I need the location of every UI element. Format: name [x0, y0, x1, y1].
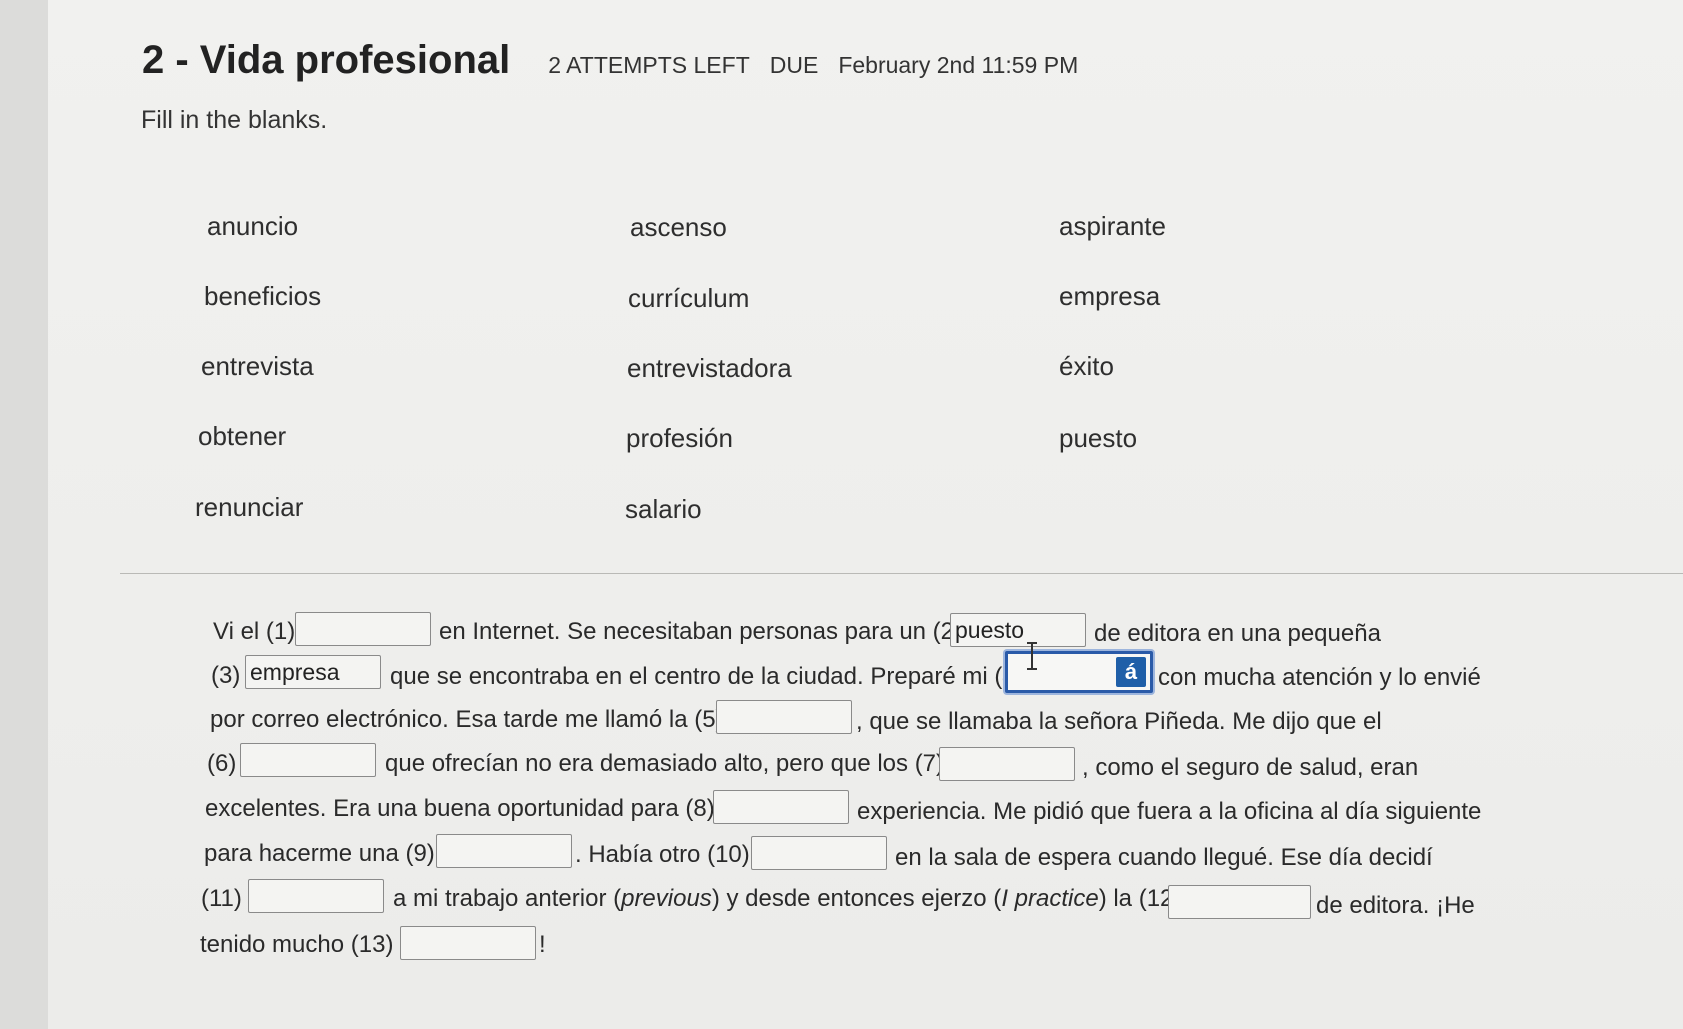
word-bank-item: obtener: [198, 421, 287, 451]
instructions: Fill in the blanks.: [141, 106, 328, 134]
word-bank-item: anuncio: [207, 211, 299, 241]
passage-text-italic: previous: [621, 885, 712, 912]
passage-text: !: [539, 931, 546, 958]
word-bank-item: aspirante: [1059, 211, 1166, 241]
accent-a-button[interactable]: á: [1116, 657, 1146, 687]
word-bank-item: éxito: [1059, 351, 1114, 381]
passage-text: por correo electrónico. Esa tarde me lla…: [210, 706, 724, 733]
passage-text: que se encontraba en el centro de la ciu…: [390, 663, 1024, 690]
passage-text: a mi trabajo anterior (: [393, 885, 622, 912]
passage-text: para hacerme una (9): [204, 840, 435, 867]
word-bank-item: renunciar: [195, 492, 304, 522]
blank-12-input[interactable]: [1168, 885, 1311, 919]
blank-13-input[interactable]: [400, 926, 536, 960]
passage-text: , como el seguro de salud, eran: [1082, 754, 1419, 781]
passage-text-italic-line: a mi trabajo anterior (previous) y desde…: [393, 885, 1181, 913]
blank-9-input[interactable]: [436, 834, 572, 868]
assignment-header: 2 - Vida profesional 2 ATTEMPTS LEFT DUE…: [142, 38, 1098, 83]
blank-8-input[interactable]: [713, 790, 849, 824]
word-bank-item: currículum: [628, 283, 750, 313]
passage-text: en la sala de espera cuando llegué. Ese …: [895, 844, 1433, 871]
passage-text: (3): [211, 662, 241, 689]
passage-text: de editora en una pequeña: [1094, 620, 1381, 647]
word-bank-item: entrevistadora: [627, 353, 792, 383]
blank-10-input[interactable]: [751, 836, 887, 870]
attempts-left: 2 ATTEMPTS LEFT: [548, 52, 750, 78]
word-bank-item: salario: [625, 494, 702, 524]
word-bank-item: ascenso: [630, 212, 727, 242]
passage-text: excelentes. Era una buena oportunidad pa…: [205, 795, 715, 822]
passage-text: (11): [201, 885, 242, 912]
due-date: February 2nd 11:59 PM: [838, 52, 1079, 78]
blank-1-input[interactable]: [295, 612, 431, 646]
passage-text: con mucha atención y lo envié: [1158, 664, 1481, 691]
passage-text: en Internet. Se necesitaban personas par…: [439, 618, 963, 645]
passage-text: , que se llamaba la señora Piñeda. Me di…: [856, 708, 1382, 735]
blank-11-input[interactable]: [248, 879, 384, 913]
passage-text: que ofrecían no era demasiado alto, pero…: [385, 750, 945, 777]
passage-text: de editora. ¡He: [1316, 892, 1475, 919]
passage-text: (6): [207, 750, 237, 777]
blank-3-input[interactable]: [245, 655, 381, 689]
word-bank-item: beneficios: [204, 281, 322, 311]
passage-text: . Había otro (10): [575, 841, 750, 868]
blank-6-input[interactable]: [240, 743, 376, 777]
word-bank-item: puesto: [1059, 423, 1138, 453]
blank-7-input[interactable]: [939, 747, 1075, 781]
passage-text: Vi el (1): [213, 618, 296, 645]
word-bank-item: empresa: [1059, 281, 1161, 311]
due-label: DUE: [769, 52, 819, 78]
text-cursor-icon: [1027, 642, 1037, 670]
page-edge: [0, 0, 48, 1029]
passage-text: ) y desde entonces ejerzo (: [711, 885, 1002, 912]
word-bank-item: profesión: [626, 423, 733, 453]
page-title: 2 - Vida profesional: [142, 38, 511, 82]
divider: [120, 573, 1683, 574]
passage-text-italic: I practice: [1001, 885, 1099, 912]
word-bank-item: entrevista: [201, 351, 314, 381]
blank-5-input[interactable]: [716, 700, 852, 734]
passage-text: tenido mucho (13): [200, 931, 394, 958]
blank-2-input[interactable]: [950, 613, 1086, 647]
passage-text: experiencia. Me pidió que fuera a la ofi…: [857, 798, 1482, 825]
